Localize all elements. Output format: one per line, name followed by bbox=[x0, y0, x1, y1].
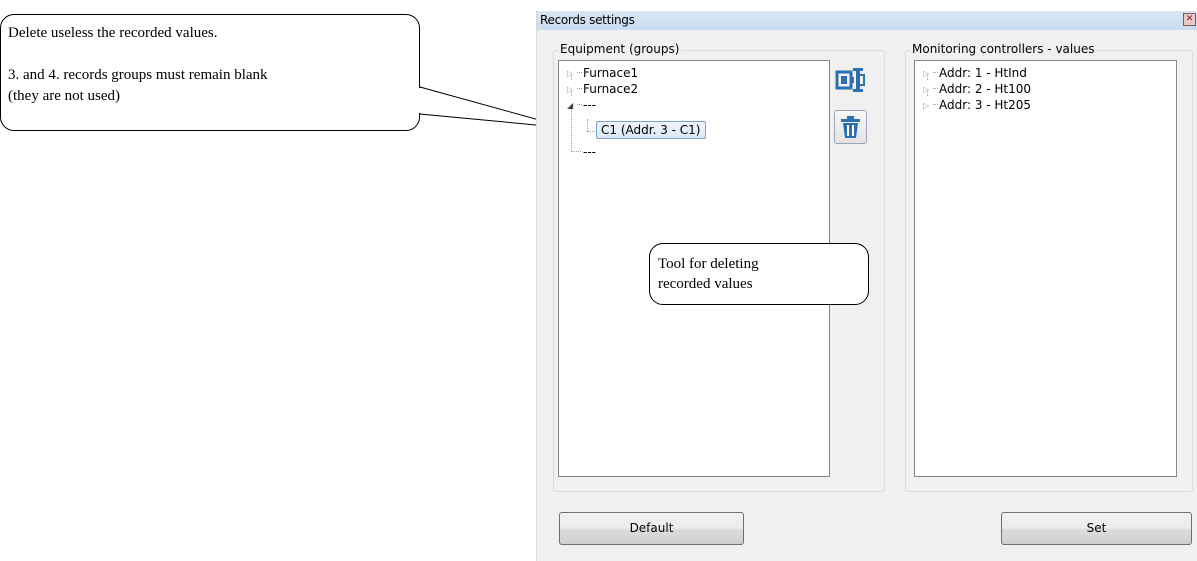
delete-records-button[interactable] bbox=[834, 110, 867, 144]
tree-item-label: --- bbox=[583, 145, 596, 159]
trash-icon bbox=[841, 116, 860, 138]
callout-line: Tool for deleting bbox=[658, 256, 759, 272]
default-button[interactable]: Default bbox=[559, 512, 744, 545]
tree-item-label: Addr: 3 - Ht205 bbox=[939, 98, 1032, 112]
tree-item-selected[interactable]: C1 (Addr. 3 - C1) bbox=[596, 121, 706, 139]
set-button[interactable]: Set bbox=[1001, 512, 1192, 545]
instruction-callout: Delete useless the recorded values. 3. a… bbox=[0, 14, 420, 131]
tree-item[interactable]: ▷ Addr: 1 - HtInd bbox=[923, 66, 1027, 81]
edit-record-icon bbox=[835, 68, 865, 92]
close-icon[interactable]: ✕ bbox=[1183, 13, 1196, 26]
expand-arrow-icon[interactable]: ▷ bbox=[923, 98, 933, 113]
expand-arrow-icon[interactable]: ▷ bbox=[567, 82, 577, 97]
tree-item-label: Addr: 2 - Ht100 bbox=[939, 82, 1032, 96]
tool-callout: Tool for deleting recorded values bbox=[649, 243, 869, 305]
expand-arrow-icon[interactable]: ▷ bbox=[567, 66, 577, 81]
dialog-title: Records settings bbox=[540, 13, 635, 27]
callout-line: recorded values bbox=[658, 276, 753, 292]
tree-item-label: Furnace2 bbox=[583, 82, 639, 96]
tree-item-label: C1 (Addr. 3 - C1) bbox=[596, 121, 706, 139]
tree-item-label: Addr: 1 - HtInd bbox=[939, 66, 1027, 80]
monitoring-group-label: Monitoring controllers - values bbox=[910, 42, 1097, 56]
expand-arrow-icon[interactable]: ▷ bbox=[923, 66, 933, 81]
callout-line: 3. and 4. records groups must remain bla… bbox=[8, 67, 268, 83]
tree-item-label: --- bbox=[583, 98, 596, 112]
tree-item[interactable]: ▷ Addr: 3 - Ht205 bbox=[923, 98, 1031, 113]
tree-item[interactable]: ◢ --- bbox=[567, 98, 596, 113]
callout-line: (they are not used) bbox=[8, 88, 121, 104]
expand-arrow-icon[interactable]: ▷ bbox=[923, 82, 933, 97]
title-bar: Records settings ✕ bbox=[537, 11, 1197, 30]
tree-item[interactable]: ▷ Furnace2 bbox=[567, 82, 638, 97]
tree-item[interactable]: ▷ Addr: 2 - Ht100 bbox=[923, 82, 1031, 97]
equipment-group-label: Equipment (groups) bbox=[558, 42, 682, 56]
edit-record-button[interactable] bbox=[833, 62, 866, 96]
collapse-arrow-icon[interactable]: ◢ bbox=[567, 98, 577, 113]
tree-item[interactable]: --- bbox=[583, 145, 596, 160]
callout-line: Delete useless the recorded values. bbox=[8, 25, 218, 41]
tree-item-label: Furnace1 bbox=[583, 66, 639, 80]
tree-item[interactable]: ▷ Furnace1 bbox=[567, 66, 638, 81]
monitoring-tree[interactable]: ▷ Addr: 1 - HtInd ▷ Addr: 2 - Ht100 ▷ Addr:… bbox=[914, 60, 1177, 477]
